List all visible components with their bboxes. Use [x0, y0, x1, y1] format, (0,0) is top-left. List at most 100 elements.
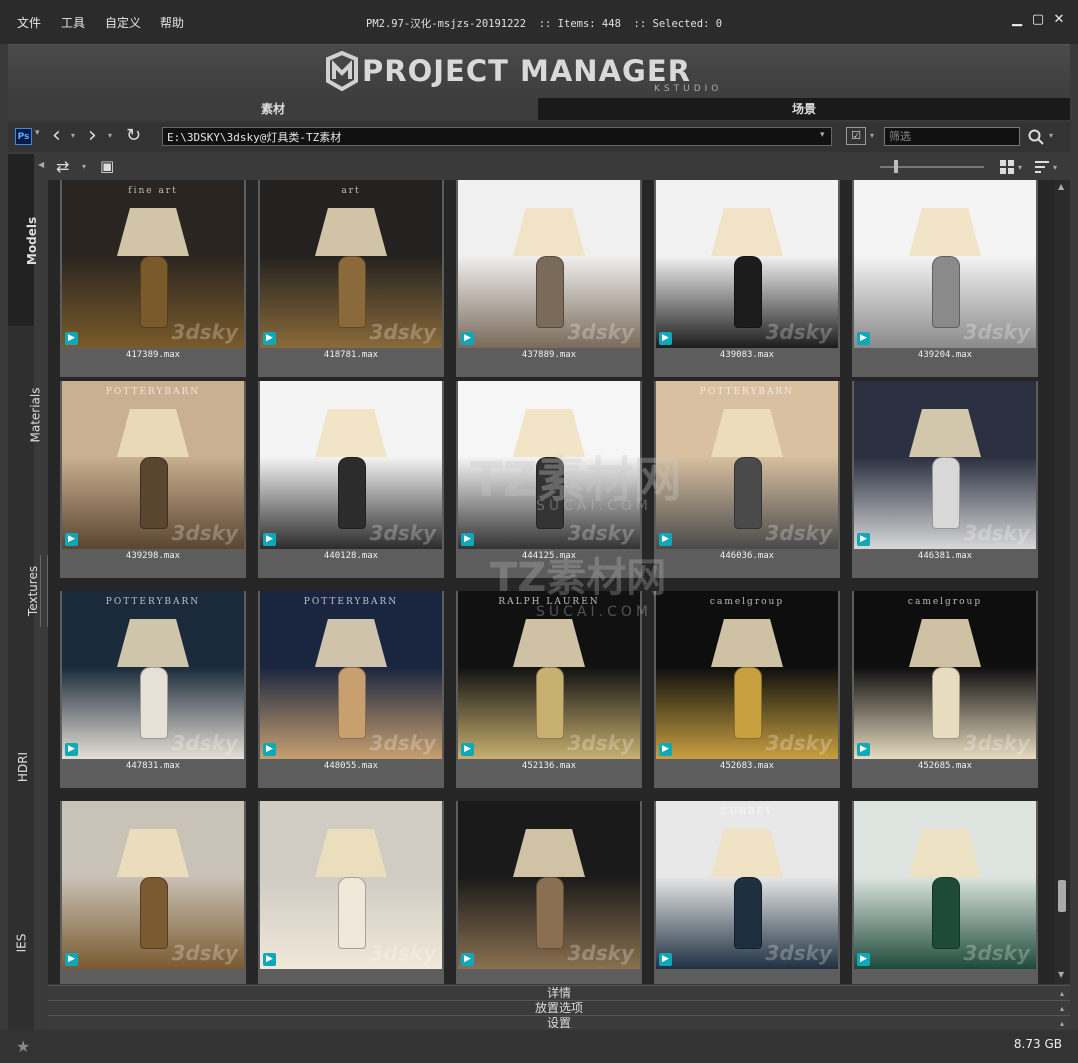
- close-button[interactable]: ✕: [1051, 12, 1067, 28]
- side-tab-textures[interactable]: Textures: [8, 504, 40, 678]
- ps-dropdown-icon[interactable]: ▾: [35, 128, 40, 138]
- watermark-3dsky: 3dsky: [567, 731, 634, 755]
- details-panel-header[interactable]: 详情 ▴: [48, 985, 1070, 1001]
- side-tab-models[interactable]: Models: [8, 154, 39, 326]
- back-icon[interactable]: ‹: [52, 123, 61, 148]
- asset-tile[interactable]: POTTERYBARN 3dsky ▶ 446036.max: [654, 381, 840, 578]
- add-to-scene-icon[interactable]: ▣: [100, 157, 114, 175]
- grid-view-icon[interactable]: [999, 159, 1015, 175]
- asset-thumbnail[interactable]: camelgroup 3dsky ▶: [854, 591, 1036, 759]
- asset-tile[interactable]: 3dsky ▶: [456, 801, 642, 984]
- favorites-star-icon[interactable]: ★: [16, 1037, 30, 1056]
- lamp-shade: [909, 619, 981, 667]
- asset-thumbnail[interactable]: 3dsky ▶: [458, 180, 640, 348]
- sync-icon[interactable]: ⇄: [56, 157, 69, 176]
- path-input[interactable]: E:\3DSKY\3dsky@灯具类-TZ素材: [162, 127, 832, 146]
- sort-icon[interactable]: [1034, 159, 1050, 175]
- asset-filename: 452136.max: [521, 761, 577, 771]
- asset-tile[interactable]: POTTERYBARN 3dsky ▶ 447831.max: [60, 591, 246, 788]
- grid-scrollbar[interactable]: ▲ ▼: [1054, 180, 1070, 984]
- asset-tile[interactable]: 3dsky ▶: [60, 801, 246, 984]
- lamp-base: [734, 667, 762, 739]
- watermark-3dsky: 3dsky: [171, 731, 238, 755]
- forward-icon[interactable]: ›: [88, 123, 97, 148]
- panel-splitter[interactable]: [40, 555, 48, 627]
- asset-thumbnail[interactable]: CURREY 3dsky ▶: [656, 801, 838, 969]
- max-file-icon: ▶: [461, 743, 474, 756]
- asset-tile[interactable]: POTTERYBARN 3dsky ▶ 448055.max: [258, 591, 444, 788]
- asset-thumbnail[interactable]: camelgroup 3dsky ▶: [656, 591, 838, 759]
- side-tab-materials[interactable]: Materials: [8, 328, 43, 502]
- max-file-icon: ▶: [263, 533, 276, 546]
- asset-thumbnail[interactable]: 3dsky ▶: [62, 801, 244, 969]
- tab-assets[interactable]: 素材: [8, 98, 538, 120]
- asset-thumbnail[interactable]: POTTERYBARN 3dsky ▶: [656, 381, 838, 549]
- max-file-icon: ▶: [857, 533, 870, 546]
- asset-tile[interactable]: fine art 3dsky ▶ 417389.max: [60, 180, 246, 377]
- asset-thumbnail[interactable]: POTTERYBARN 3dsky ▶: [260, 591, 442, 759]
- asset-tile[interactable]: 3dsky ▶ 440128.max: [258, 381, 444, 578]
- watermark-3dsky: 3dsky: [765, 320, 832, 344]
- maximize-button[interactable]: ▢: [1030, 12, 1046, 28]
- back-dropdown-icon[interactable]: ▾: [71, 131, 75, 140]
- asset-tile[interactable]: camelgroup 3dsky ▶ 452683.max: [654, 591, 840, 788]
- watermark-subtext: SUCAI.COM: [536, 498, 652, 514]
- menu-tools[interactable]: 工具: [61, 14, 85, 31]
- view-dropdown-icon[interactable]: ▾: [1018, 163, 1022, 172]
- asset-tile[interactable]: POTTERYBARN 3dsky ▶ 439298.max: [60, 381, 246, 578]
- asset-tile[interactable]: CURREY 3dsky ▶: [654, 801, 840, 984]
- lamp-shade: [513, 829, 585, 877]
- filter-input[interactable]: 筛选: [884, 127, 1020, 146]
- asset-thumbnail[interactable]: 3dsky ▶: [854, 801, 1036, 969]
- tab-scenes[interactable]: 场景: [538, 98, 1070, 120]
- asset-thumbnail[interactable]: 3dsky ▶: [260, 801, 442, 969]
- refresh-icon[interactable]: ↻: [126, 125, 141, 146]
- selection-filter-icon[interactable]: ☑: [846, 127, 866, 145]
- asset-thumbnail[interactable]: POTTERYBARN 3dsky ▶: [62, 381, 244, 549]
- path-dropdown-icon[interactable]: ▾: [820, 130, 825, 140]
- side-tab-hdri[interactable]: HDRI: [8, 680, 34, 854]
- asset-tile[interactable]: 3dsky ▶: [258, 801, 444, 984]
- asset-tile[interactable]: 3dsky ▶: [852, 801, 1038, 984]
- asset-tile[interactable]: 3dsky ▶ 439083.max: [654, 180, 840, 377]
- lamp-base: [932, 667, 960, 739]
- selection-filter-dropdown-icon[interactable]: ▾: [870, 131, 874, 140]
- placement-options-panel-header[interactable]: 放置选项 ▴: [48, 1000, 1070, 1016]
- search-dropdown-icon[interactable]: ▾: [1049, 131, 1053, 140]
- max-file-icon: ▶: [65, 332, 78, 345]
- menu-help[interactable]: 帮助: [160, 14, 184, 31]
- scrollbar-thumb[interactable]: [1058, 880, 1066, 912]
- asset-tile[interactable]: 3dsky ▶ 446381.max: [852, 381, 1038, 578]
- asset-tile[interactable]: camelgroup 3dsky ▶ 452685.max: [852, 591, 1038, 788]
- menu-customize[interactable]: 自定义: [105, 14, 141, 31]
- thumbnail-size-handle[interactable]: [894, 160, 898, 173]
- asset-thumbnail[interactable]: art 3dsky ▶: [260, 180, 442, 348]
- collapse-panel-icon[interactable]: ◀: [38, 160, 44, 169]
- max-file-icon: ▶: [659, 953, 672, 966]
- asset-tile[interactable]: 3dsky ▶ 437889.max: [456, 180, 642, 377]
- asset-tile[interactable]: 3dsky ▶ 439204.max: [852, 180, 1038, 377]
- lamp-base: [140, 256, 168, 328]
- asset-thumbnail[interactable]: 3dsky ▶: [260, 381, 442, 549]
- menu-file[interactable]: 文件: [17, 14, 41, 31]
- asset-thumbnail[interactable]: 3dsky ▶: [458, 801, 640, 969]
- scroll-down-icon[interactable]: ▼: [1058, 970, 1064, 979]
- search-icon[interactable]: [1028, 129, 1044, 145]
- asset-thumbnail[interactable]: 3dsky ▶: [656, 180, 838, 348]
- asset-thumbnail[interactable]: fine art 3dsky ▶: [62, 180, 244, 348]
- sync-dropdown-icon[interactable]: ▾: [82, 162, 86, 171]
- forward-dropdown-icon[interactable]: ▾: [108, 131, 112, 140]
- sort-dropdown-icon[interactable]: ▾: [1053, 163, 1057, 172]
- photoshop-icon[interactable]: Ps: [15, 128, 32, 145]
- side-tab-ies[interactable]: IES: [8, 856, 34, 1030]
- asset-thumbnail[interactable]: 3dsky ▶: [854, 381, 1036, 549]
- asset-thumbnail[interactable]: POTTERYBARN 3dsky ▶: [62, 591, 244, 759]
- brand-text: POTTERYBARN: [303, 597, 399, 607]
- scroll-up-icon[interactable]: ▲: [1058, 182, 1064, 191]
- minimize-button[interactable]: ▁: [1009, 12, 1025, 28]
- asset-thumbnail[interactable]: 3dsky ▶: [854, 180, 1036, 348]
- brand-text: camelgroup: [709, 597, 785, 607]
- settings-panel-header[interactable]: 设置 ▴: [48, 1015, 1070, 1031]
- asset-tile[interactable]: art 3dsky ▶ 418781.max: [258, 180, 444, 377]
- asset-tile[interactable]: RALPH LAUREN 3dsky ▶ 452136.max: [456, 591, 642, 788]
